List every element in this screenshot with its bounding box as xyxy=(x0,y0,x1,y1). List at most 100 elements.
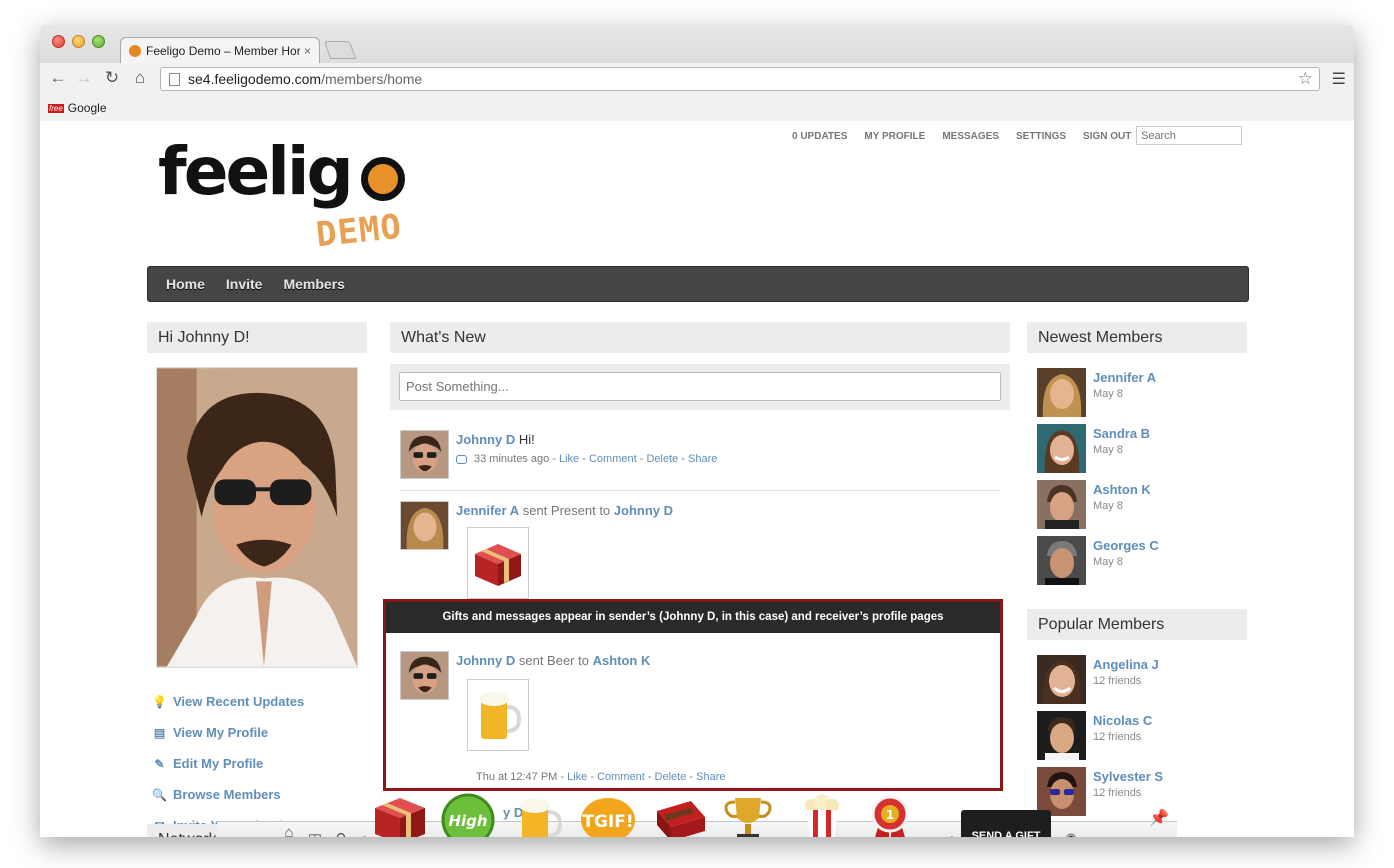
avatar[interactable] xyxy=(1037,767,1086,816)
feed-time: Thu at 12:47 PM xyxy=(476,771,558,783)
gift-cigar-box[interactable] xyxy=(647,794,713,837)
avatar[interactable] xyxy=(1037,655,1086,704)
edit-my-profile-link[interactable]: ✎ Edit My Profile xyxy=(152,748,372,779)
search-input[interactable] xyxy=(1136,126,1242,145)
popular-members-header: Popular Members xyxy=(1027,609,1247,640)
like-link[interactable]: Like xyxy=(559,453,579,465)
gift-beer[interactable] xyxy=(507,794,573,837)
gift-thumbnail[interactable] xyxy=(467,679,529,751)
home-icon[interactable]: ⌂ xyxy=(130,68,150,88)
trophy-icon xyxy=(719,794,777,837)
avatar[interactable] xyxy=(400,501,449,550)
bookmark-star-icon[interactable]: ☆ xyxy=(1298,69,1313,89)
side-item-label: Edit My Profile xyxy=(173,756,264,771)
gift-box-icon[interactable]: ◫ xyxy=(305,830,325,837)
member-name[interactable]: Georges C xyxy=(1093,538,1159,553)
feed-user-link[interactable]: Jennifer A xyxy=(456,503,519,518)
new-tab-button[interactable] xyxy=(323,41,357,59)
reload-icon[interactable]: ↻ xyxy=(102,68,122,88)
share-link[interactable]: Share xyxy=(696,771,725,783)
gift-medal[interactable]: 1 xyxy=(857,794,923,837)
gift-thumbnail[interactable] xyxy=(467,527,529,599)
delete-link[interactable]: Delete xyxy=(646,453,678,465)
view-recent-updates-link[interactable]: 💡 View Recent Updates xyxy=(152,686,372,717)
gift-popcorn[interactable] xyxy=(789,794,855,837)
back-arrow-icon[interactable]: ← xyxy=(48,68,68,88)
member-name[interactable]: Jennifer A xyxy=(1093,370,1156,385)
avatar[interactable] xyxy=(1037,480,1086,529)
avatar[interactable] xyxy=(1037,424,1086,473)
newest-members-header: Newest Members xyxy=(1027,322,1247,353)
member-name[interactable]: Angelina J xyxy=(1093,657,1159,672)
feed-user-link[interactable]: Johnny D xyxy=(456,653,515,668)
member-item[interactable]: Georges C May 8 xyxy=(1037,536,1257,592)
search-icon[interactable]: ⚲ xyxy=(331,830,351,837)
avatar[interactable] xyxy=(1037,711,1086,760)
main-nav: Home Invite Members xyxy=(147,266,1249,302)
feed-body: Johnny D sent Beer to Ashton K xyxy=(456,653,996,668)
comment-link[interactable]: Comment xyxy=(597,771,645,783)
member-name[interactable]: Sandra B xyxy=(1093,426,1150,441)
avatar[interactable] xyxy=(400,430,449,479)
like-link[interactable]: Like xyxy=(567,771,587,783)
minimize-window-button[interactable] xyxy=(72,35,85,48)
avatar[interactable] xyxy=(1037,368,1086,417)
home-icon[interactable]: ⌂ xyxy=(279,824,299,837)
gift-count-badge[interactable]: ◉ 110 xyxy=(1059,830,1083,837)
avatar-sandra xyxy=(1037,424,1086,473)
gift-high-badge[interactable]: High xyxy=(435,793,501,837)
feed-target-link[interactable]: Johnny D xyxy=(614,503,673,518)
browser-window: Feeligo Demo – Member Hor × ← → ↻ ⌂ se4.… xyxy=(40,25,1354,837)
gift-present[interactable] xyxy=(367,794,433,837)
browse-members-link[interactable]: 🔍 Browse Members xyxy=(152,779,372,810)
member-item[interactable]: Nicolas C 12 friends xyxy=(1037,711,1257,767)
member-friends: 12 friends xyxy=(1093,787,1142,799)
callout-box: Gifts and messages appear in sender’s (J… xyxy=(383,599,1003,791)
view-my-profile-link[interactable]: ▤ View My Profile xyxy=(152,717,372,748)
avatar[interactable] xyxy=(400,651,449,700)
bookmark-google[interactable]: Google xyxy=(68,101,107,115)
member-item[interactable]: Angelina J 12 friends xyxy=(1037,655,1257,711)
member-name[interactable]: Nicolas C xyxy=(1093,713,1152,728)
tab-close-icon[interactable]: × xyxy=(304,44,311,58)
member-item[interactable]: Sandra B May 8 xyxy=(1037,424,1257,480)
send-a-gift-button[interactable]: SEND A GIFT xyxy=(961,810,1051,837)
avatar-georges xyxy=(1037,536,1086,585)
member-date: May 8 xyxy=(1093,444,1123,456)
pin-icon[interactable]: 📌 xyxy=(1149,808,1169,828)
sign-out-link[interactable]: SIGN OUT xyxy=(1083,131,1131,142)
avatar[interactable] xyxy=(1037,536,1086,585)
forward-arrow-icon[interactable]: → xyxy=(74,68,94,88)
updates-link[interactable]: 0 UPDATES xyxy=(792,131,847,142)
feed-target-link[interactable]: Ashton K xyxy=(593,653,651,668)
comment-link[interactable]: Comment xyxy=(589,453,637,465)
delete-link[interactable]: Delete xyxy=(655,771,687,783)
profile-photo[interactable] xyxy=(156,367,358,668)
scroll-right-arrow-icon[interactable]: ❯ xyxy=(949,836,957,837)
feeligo-logo[interactable]: feelig DEMO xyxy=(158,139,458,255)
newest-members-list: Jennifer A May 8 Sandra B May 8 Ashton K… xyxy=(1037,368,1257,592)
avatar-ashton xyxy=(1037,480,1086,529)
feed-verb: sent Present to xyxy=(522,503,611,518)
feed-user-link[interactable]: Johnny D xyxy=(456,432,515,447)
member-item[interactable]: Ashton K May 8 xyxy=(1037,480,1257,536)
zoom-window-button[interactable] xyxy=(92,35,105,48)
member-name[interactable]: Ashton K xyxy=(1093,482,1151,497)
nav-home[interactable]: Home xyxy=(166,276,205,292)
member-name[interactable]: Sylvester S xyxy=(1093,769,1163,784)
browser-tab[interactable]: Feeligo Demo – Member Hor × xyxy=(120,37,320,63)
close-window-button[interactable] xyxy=(52,35,65,48)
post-something-input[interactable] xyxy=(399,372,1001,401)
address-bar[interactable]: se4.feeligodemo.com/members/home ☆ xyxy=(160,67,1320,91)
share-link[interactable]: Share xyxy=(688,453,717,465)
gift-trophy[interactable] xyxy=(715,794,781,837)
messages-link[interactable]: MESSAGES xyxy=(942,131,999,142)
menu-icon[interactable]: ☰ xyxy=(1332,69,1346,89)
member-item[interactable]: Jennifer A May 8 xyxy=(1037,368,1257,424)
nav-invite[interactable]: Invite xyxy=(226,276,263,292)
my-profile-link[interactable]: MY PROFILE xyxy=(864,131,925,142)
settings-link[interactable]: SETTINGS xyxy=(1016,131,1066,142)
gift-tgif[interactable]: TGIF! xyxy=(575,794,641,837)
member-item[interactable]: Sylvester S 12 friends xyxy=(1037,767,1257,823)
nav-members[interactable]: Members xyxy=(283,276,344,292)
